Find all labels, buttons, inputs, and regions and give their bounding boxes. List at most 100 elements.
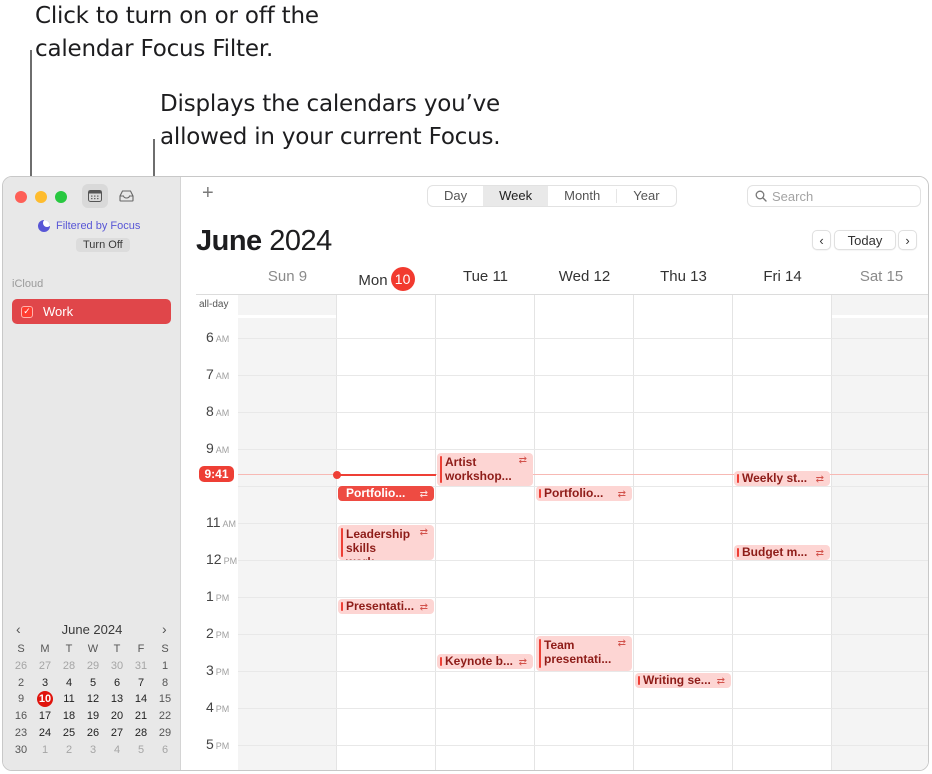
previous-week-button[interactable]: ‹ bbox=[812, 230, 831, 250]
day-header-label: Thu 13 bbox=[660, 268, 707, 285]
calendar-event[interactable]: Keynote b... ⇄ bbox=[437, 654, 533, 670]
mini-calendar-day[interactable]: 27 bbox=[105, 725, 129, 742]
calendar-event[interactable]: Portfolio... ⇄ bbox=[338, 486, 434, 501]
close-button[interactable] bbox=[15, 191, 27, 203]
current-time-line-today bbox=[337, 473, 436, 476]
mini-calendar-day[interactable]: 10 bbox=[33, 691, 57, 708]
repeat-icon: ⇄ bbox=[419, 489, 428, 500]
mini-calendar-day-outside[interactable]: 30 bbox=[105, 658, 129, 675]
calendar-event[interactable]: Leadership skills work... ⇄ bbox=[338, 524, 434, 560]
current-time-dot bbox=[333, 470, 341, 479]
mini-calendar-day[interactable]: 24 bbox=[33, 725, 57, 742]
calendar-list-toggle[interactable] bbox=[82, 184, 108, 208]
day-header[interactable]: Fri 14 bbox=[733, 268, 832, 285]
mini-calendar-day-outside[interactable]: 28 bbox=[57, 658, 81, 675]
tab-year[interactable]: Year bbox=[617, 186, 675, 206]
repeat-icon: ⇄ bbox=[815, 548, 824, 560]
mini-calendar-day[interactable]: 19 bbox=[81, 708, 105, 725]
mini-calendar-day[interactable]: 7 bbox=[129, 675, 153, 692]
mini-calendar-day[interactable]: 28 bbox=[129, 725, 153, 742]
minimize-button[interactable] bbox=[35, 191, 47, 203]
mini-calendar-day[interactable]: 17 bbox=[33, 708, 57, 725]
mini-calendar-day[interactable]: 6 bbox=[105, 675, 129, 692]
day-header[interactable]: Tue 11 bbox=[436, 268, 535, 285]
day-header[interactable]: Sat 15 bbox=[832, 268, 928, 285]
turn-off-focus-button[interactable]: Turn Off bbox=[76, 238, 130, 252]
hour-gridline bbox=[238, 412, 928, 413]
tab-month[interactable]: Month bbox=[548, 186, 616, 206]
view-switcher: Day Week Month Year bbox=[427, 185, 677, 207]
day-header[interactable]: Thu 13 bbox=[634, 268, 733, 285]
hour-number: 2 bbox=[206, 625, 214, 641]
day-header[interactable]: Mon 10 bbox=[337, 267, 436, 292]
mini-calendar-day[interactable]: 30 bbox=[9, 742, 33, 759]
search-field[interactable]: Search bbox=[747, 185, 921, 207]
mini-calendar-day[interactable]: 1 bbox=[153, 658, 177, 675]
day-header-label: Tue 11 bbox=[462, 268, 509, 285]
mini-calendar-day[interactable]: 29 bbox=[153, 725, 177, 742]
mini-calendar-day-outside[interactable]: 5 bbox=[129, 742, 153, 759]
calendar-item-work[interactable]: ✓ Work bbox=[12, 299, 171, 324]
mini-calendar-day-outside[interactable]: 2 bbox=[57, 742, 81, 759]
checkbox-checked-icon[interactable]: ✓ bbox=[21, 305, 33, 318]
calendar-event[interactable]: Artist workshop... ⇄ bbox=[437, 452, 533, 486]
tab-day[interactable]: Day bbox=[428, 186, 483, 206]
mini-calendar-day[interactable]: 15 bbox=[153, 691, 177, 708]
day-header[interactable]: Sun 9 bbox=[238, 268, 337, 285]
callout-line: allowed in your current Focus. bbox=[160, 124, 501, 150]
hour-ampm: AM bbox=[222, 519, 237, 529]
mini-calendar-day[interactable]: 9 bbox=[9, 691, 33, 708]
mini-calendar-day-outside[interactable]: 29 bbox=[81, 658, 105, 675]
mini-calendar-day[interactable]: 25 bbox=[57, 725, 81, 742]
day-header[interactable]: Wed 12 bbox=[535, 268, 634, 285]
zoom-button[interactable] bbox=[55, 191, 67, 203]
today-date-badge: 10 bbox=[390, 267, 415, 291]
year: 2024 bbox=[269, 225, 332, 257]
hour-gridline bbox=[238, 745, 928, 746]
calendar-event[interactable]: Budget m... ⇄ bbox=[734, 545, 830, 561]
mini-calendar-day-outside[interactable]: 1 bbox=[33, 742, 57, 759]
mini-calendar-day[interactable]: 21 bbox=[129, 708, 153, 725]
mini-calendar-day-outside[interactable]: 27 bbox=[33, 658, 57, 675]
hour-ampm: PM bbox=[215, 704, 230, 714]
calendar-event[interactable]: Portfolio... ⇄ bbox=[536, 486, 632, 501]
calendar-event[interactable]: Writing se... ⇄ bbox=[635, 672, 731, 688]
event-title: Keynote b... bbox=[445, 654, 514, 669]
calendar-event[interactable]: Weekly st... ⇄ bbox=[734, 471, 830, 487]
hour-gridline bbox=[238, 634, 928, 635]
mini-calendar: ‹ June 2024 › S M T W T F S 26 27 28 29 30 31 1 2 3 4 5 6 7… bbox=[3, 621, 181, 756]
mini-calendar-day[interactable]: 8 bbox=[153, 675, 177, 692]
mini-calendar-day[interactable]: 20 bbox=[105, 708, 129, 725]
mini-calendar-day[interactable]: 3 bbox=[33, 675, 57, 692]
today-button[interactable]: Today bbox=[834, 230, 896, 250]
mini-calendar-day[interactable]: 14 bbox=[129, 691, 153, 708]
mini-calendar-day-outside[interactable]: 26 bbox=[9, 658, 33, 675]
mini-calendar-day[interactable]: 2 bbox=[9, 675, 33, 692]
inbox-icon bbox=[118, 190, 134, 202]
tab-week[interactable]: Week bbox=[483, 186, 549, 206]
hour-gridline bbox=[238, 560, 928, 561]
mini-calendar-day[interactable]: 23 bbox=[9, 725, 33, 742]
calendar-event[interactable]: Presentati... ⇄ bbox=[338, 598, 434, 614]
mini-calendar-day[interactable]: 22 bbox=[153, 708, 177, 725]
next-week-button[interactable]: › bbox=[898, 230, 917, 250]
mini-calendar-next-button[interactable]: › bbox=[162, 621, 167, 637]
mini-calendar-day[interactable]: 11 bbox=[57, 691, 81, 708]
hour-label: 3 PM bbox=[206, 662, 236, 678]
mini-calendar-day[interactable]: 13 bbox=[105, 691, 129, 708]
add-event-button[interactable]: + bbox=[202, 182, 214, 205]
mini-calendar-day[interactable]: 4 bbox=[57, 675, 81, 692]
mini-calendar-day-outside[interactable]: 31 bbox=[129, 658, 153, 675]
calendar-event[interactable]: Team presentati... ⇄ bbox=[536, 635, 632, 671]
mini-calendar-day-outside[interactable]: 3 bbox=[81, 742, 105, 759]
mini-calendar-day[interactable]: 26 bbox=[81, 725, 105, 742]
mini-calendar-day[interactable]: 12 bbox=[81, 691, 105, 708]
hour-ampm: AM bbox=[215, 334, 230, 344]
mini-calendar-day-outside[interactable]: 6 bbox=[153, 742, 177, 759]
mini-calendar-day[interactable]: 16 bbox=[9, 708, 33, 725]
event-title: Leadership skills work... bbox=[346, 526, 411, 560]
mini-calendar-day-outside[interactable]: 4 bbox=[105, 742, 129, 759]
inbox-button[interactable] bbox=[113, 184, 139, 208]
mini-calendar-day[interactable]: 18 bbox=[57, 708, 81, 725]
mini-calendar-day[interactable]: 5 bbox=[81, 675, 105, 692]
